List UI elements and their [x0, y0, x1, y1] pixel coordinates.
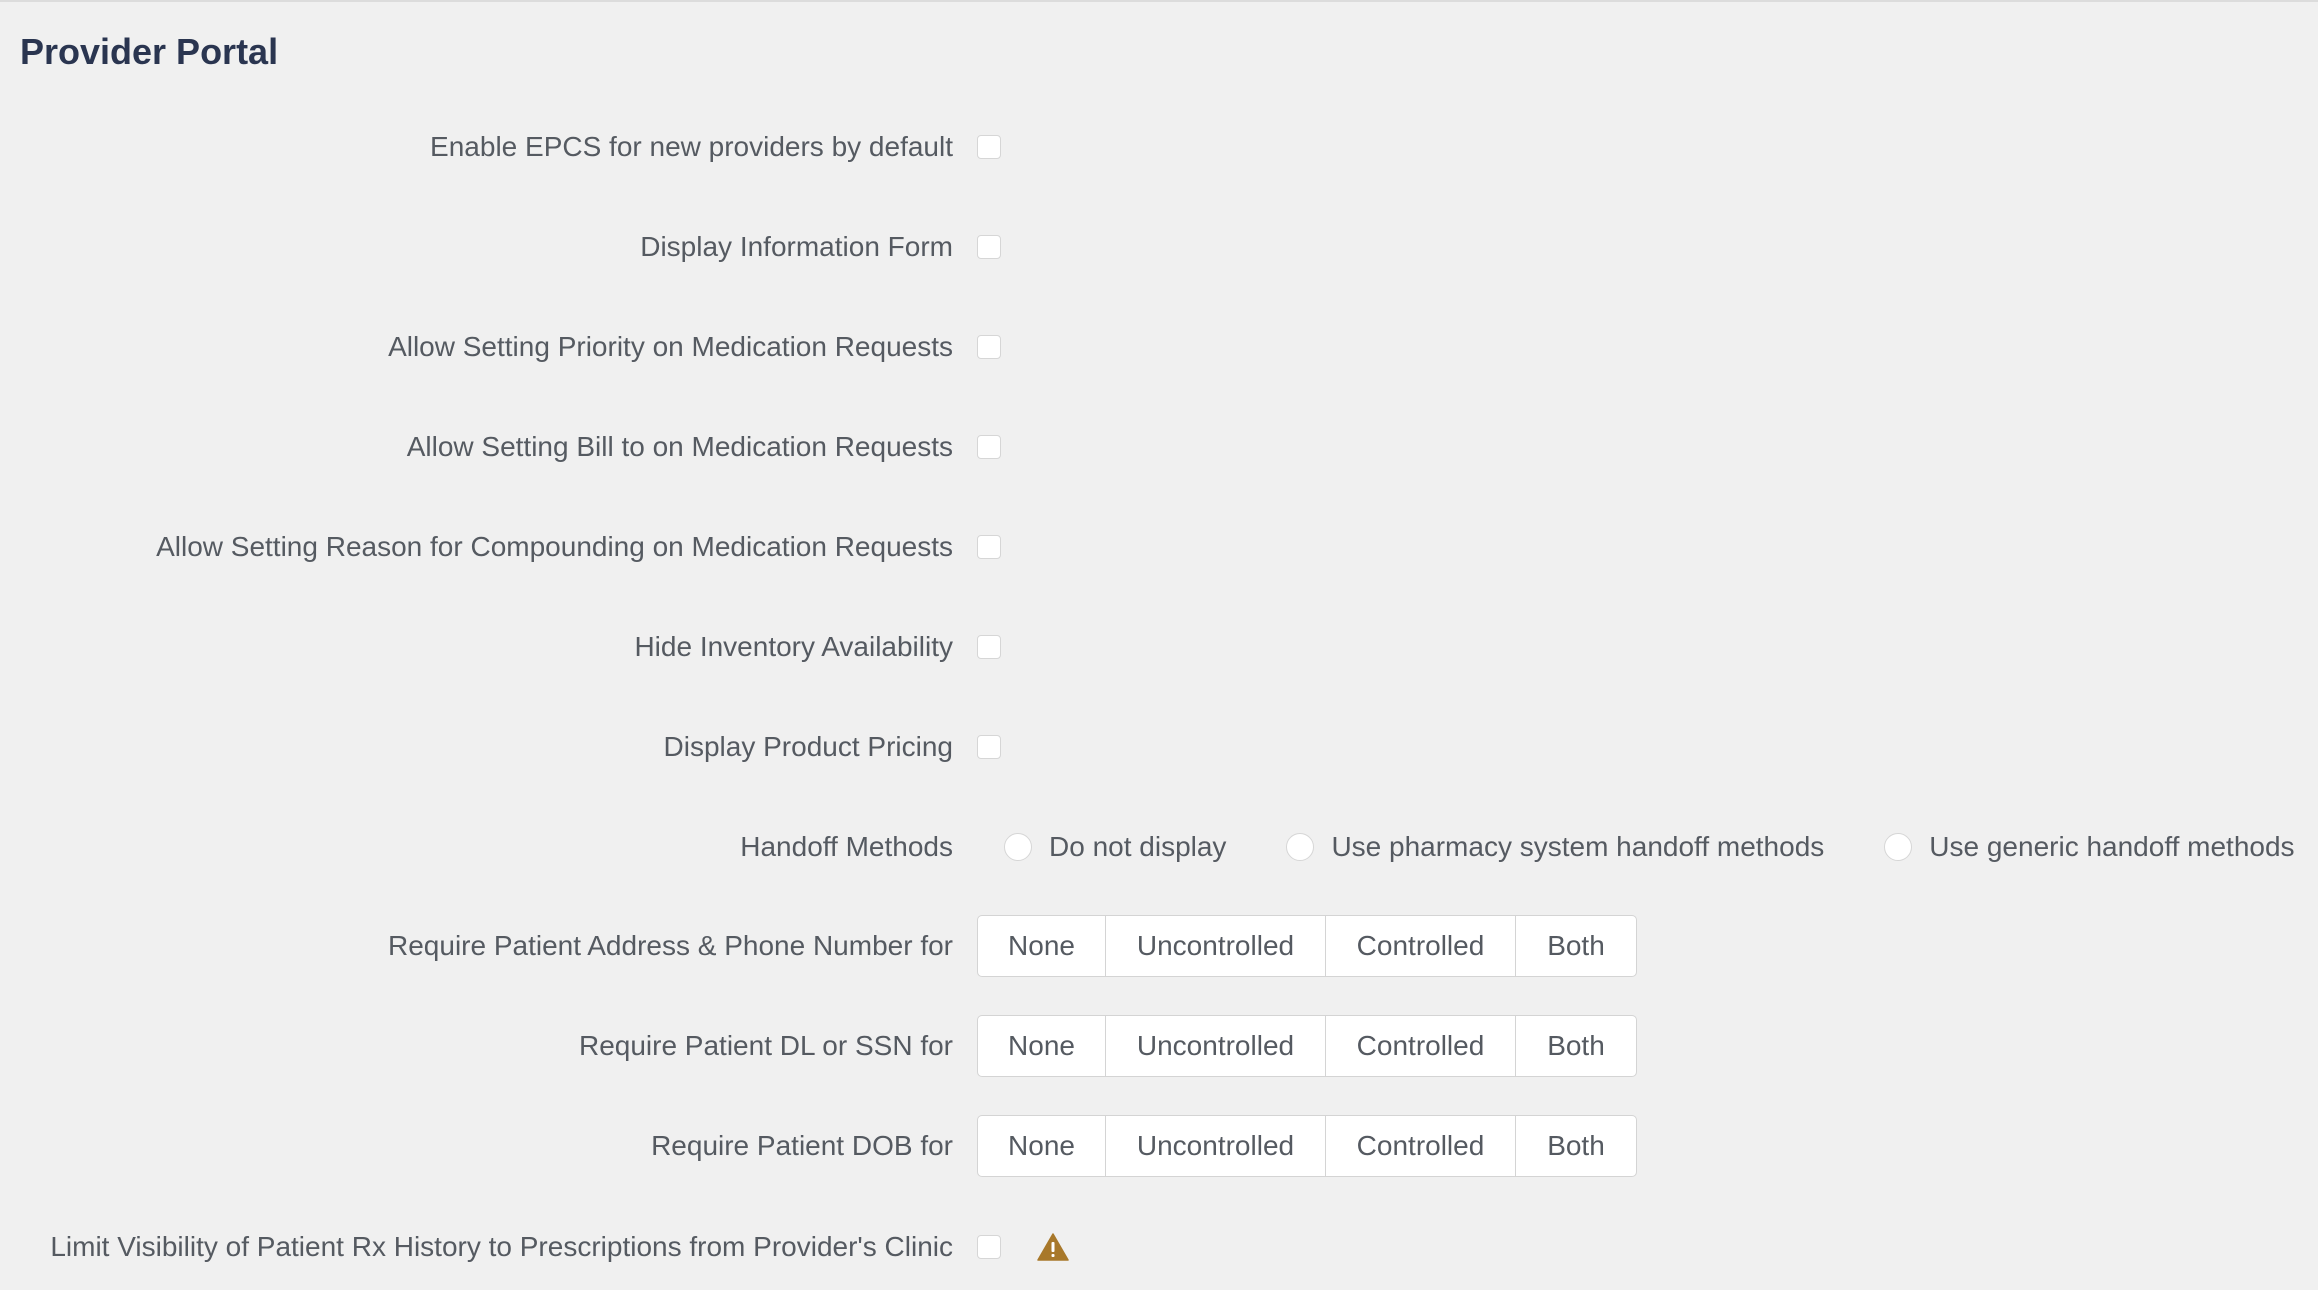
radio-button[interactable]: [1004, 833, 1032, 861]
setting-label: Require Patient Address & Phone Number f…: [388, 930, 953, 961]
setting-label: Hide Inventory Availability: [634, 631, 953, 662]
segment-none[interactable]: None: [978, 916, 1106, 976]
radio-button[interactable]: [1884, 833, 1913, 861]
setting-label: Enable EPCS for new providers by default: [430, 131, 953, 162]
setting-row-handoff-methods: Handoff Methods Do not display Use pharm…: [0, 815, 2318, 879]
allow-reason-compounding-checkbox[interactable]: [977, 535, 1001, 559]
setting-row-require-dl-ssn: Require Patient DL or SSN for None Uncon…: [0, 1014, 2318, 1078]
radio-label: Do not display: [1049, 831, 1227, 862]
display-pricing-checkbox[interactable]: [977, 735, 1001, 759]
segment-both[interactable]: Both: [1516, 1016, 1636, 1076]
radio-label: Use pharmacy system handoff methods: [1331, 831, 1825, 862]
display-info-form-checkbox[interactable]: [977, 235, 1001, 259]
setting-row-allow-reason-compounding: Allow Setting Reason for Compounding on …: [0, 515, 2318, 579]
setting-label: Handoff Methods: [740, 831, 953, 862]
segment-controlled[interactable]: Controlled: [1326, 1016, 1516, 1076]
setting-label: Allow Setting Bill to on Medication Requ…: [406, 431, 953, 462]
setting-row-enable-epcs: Enable EPCS for new providers by default: [0, 115, 2318, 179]
top-divider: [0, 0, 2318, 2]
setting-label: Allow Setting Priority on Medication Req…: [388, 331, 953, 362]
segment-uncontrolled[interactable]: Uncontrolled: [1106, 1116, 1326, 1176]
radio-generic-handoff[interactable]: Use generic handoff methods: [1884, 831, 2295, 863]
radio-button[interactable]: [1286, 833, 1315, 861]
setting-label: Limit Visibility of Patient Rx History t…: [50, 1231, 953, 1262]
setting-label: Require Patient DOB for: [651, 1130, 953, 1161]
setting-row-allow-priority: Allow Setting Priority on Medication Req…: [0, 315, 2318, 379]
allow-priority-checkbox[interactable]: [977, 335, 1001, 359]
setting-row-allow-bill-to: Allow Setting Bill to on Medication Requ…: [0, 415, 2318, 479]
handoff-methods-radio-group: Do not display Use pharmacy system hando…: [1004, 831, 2295, 863]
segment-both[interactable]: Both: [1516, 1116, 1636, 1176]
setting-row-display-pricing: Display Product Pricing: [0, 715, 2318, 779]
segment-none[interactable]: None: [978, 1016, 1106, 1076]
radio-do-not-display[interactable]: Do not display: [1004, 831, 1226, 863]
setting-label: Display Product Pricing: [663, 731, 953, 762]
enable-epcs-checkbox[interactable]: [977, 135, 1001, 159]
setting-label: Allow Setting Reason for Compounding on …: [156, 531, 953, 562]
setting-row-require-address-phone: Require Patient Address & Phone Number f…: [0, 914, 2318, 978]
setting-row-limit-rx-history: Limit Visibility of Patient Rx History t…: [0, 1215, 2318, 1279]
segment-controlled[interactable]: Controlled: [1326, 916, 1516, 976]
hide-inventory-checkbox[interactable]: [977, 635, 1001, 659]
require-dl-ssn-segmented: None Uncontrolled Controlled Both: [977, 1015, 1637, 1077]
segment-both[interactable]: Both: [1516, 916, 1636, 976]
setting-label: Require Patient DL or SSN for: [578, 1030, 953, 1061]
limit-rx-history-checkbox[interactable]: [977, 1235, 1001, 1259]
segment-uncontrolled[interactable]: Uncontrolled: [1106, 1016, 1326, 1076]
segment-none[interactable]: None: [978, 1116, 1106, 1176]
segment-controlled[interactable]: Controlled: [1326, 1116, 1516, 1176]
setting-row-require-dob: Require Patient DOB for None Uncontrolle…: [0, 1114, 2318, 1178]
require-dob-segmented: None Uncontrolled Controlled Both: [977, 1115, 1637, 1177]
warning-icon[interactable]: [1037, 1233, 1069, 1261]
radio-label: Use generic handoff methods: [1929, 831, 2295, 862]
allow-bill-to-checkbox[interactable]: [977, 435, 1001, 459]
setting-row-display-info-form: Display Information Form: [0, 215, 2318, 279]
setting-row-hide-inventory: Hide Inventory Availability: [0, 615, 2318, 679]
setting-label: Display Information Form: [640, 231, 953, 262]
section-title: Provider Portal: [20, 31, 279, 72]
require-address-phone-segmented: None Uncontrolled Controlled Both: [977, 915, 1637, 977]
radio-pharmacy-system-handoff[interactable]: Use pharmacy system handoff methods: [1286, 831, 1824, 863]
segment-uncontrolled[interactable]: Uncontrolled: [1106, 916, 1326, 976]
